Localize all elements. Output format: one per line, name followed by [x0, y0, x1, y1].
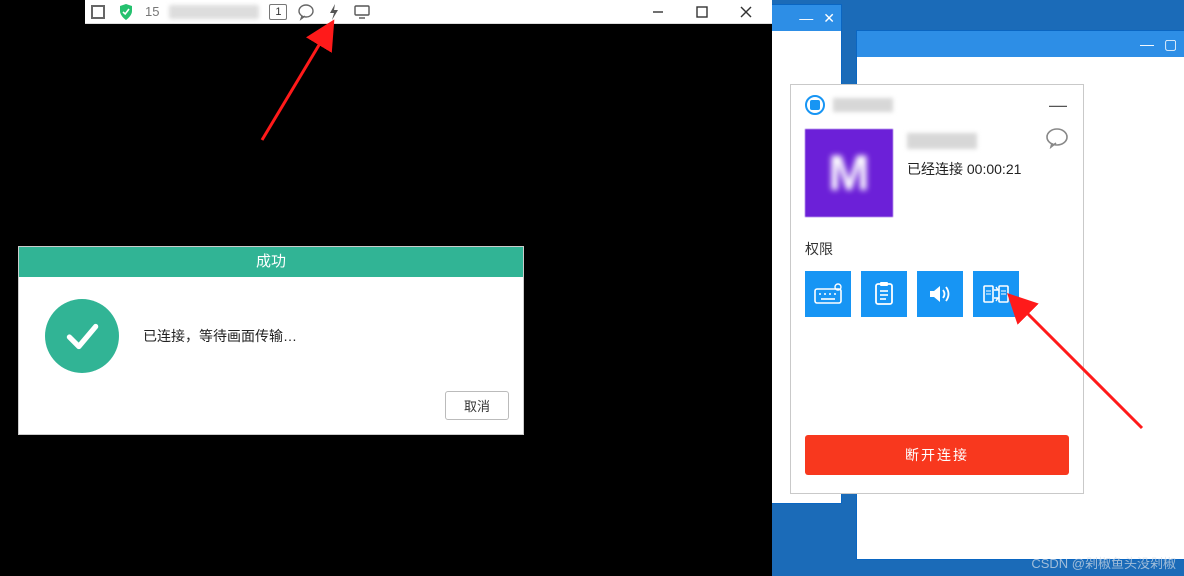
perm-file-transfer-button[interactable] — [973, 271, 1019, 317]
cancel-button[interactable]: 取消 — [445, 391, 509, 420]
connected-label: 已经连接 — [907, 161, 963, 177]
dialog-title: 成功 — [19, 247, 523, 277]
success-dialog: 成功 已连接，等待画面传输… 取消 — [18, 246, 524, 435]
checkmark-icon — [45, 299, 119, 373]
dialog-message: 已连接，等待画面传输… — [143, 326, 297, 346]
window-controls — [636, 0, 768, 24]
chat-bubble-icon[interactable] — [1045, 127, 1069, 154]
remote-viewer-window: 15 1 成功 已连接，等待画面传输… — [0, 0, 772, 576]
disconnect-button[interactable]: 断开连接 — [805, 435, 1069, 475]
bgwin2-minimize-icon[interactable]: — — [1140, 37, 1154, 51]
bgwin2-maximize-icon[interactable]: ▢ — [1164, 37, 1177, 51]
desktop-area: — ✕ — ▢ ✕ — M 已经连接 00:00: — [772, 0, 1184, 576]
bgwin1-minimize-icon[interactable]: — — [799, 11, 813, 25]
connection-popup: — M 已经连接 00:00:21 权限 — [790, 84, 1084, 494]
permissions-row — [805, 271, 1069, 317]
peer-avatar: M — [805, 129, 893, 217]
connection-status: 已经连接 00:00:21 — [907, 159, 1021, 179]
maximize-button[interactable] — [680, 0, 724, 24]
viewer-toolbar: 15 1 — [85, 0, 772, 24]
notification-badge[interactable]: 1 — [269, 4, 287, 20]
bgwin1-close-icon[interactable]: ✕ — [823, 11, 835, 25]
connection-duration: 00:00:21 — [967, 161, 1022, 177]
permissions-label: 权限 — [805, 239, 1069, 259]
popup-minimize-button[interactable]: — — [1049, 95, 1067, 116]
device-id-prefix: 15 — [145, 4, 159, 19]
app-icon — [805, 95, 825, 115]
shield-icon — [117, 3, 135, 21]
app-name-redacted — [833, 98, 893, 112]
perm-keyboard-button[interactable] — [805, 271, 851, 317]
peer-name-redacted — [907, 133, 977, 149]
bolt-icon[interactable] — [325, 3, 343, 21]
fullscreen-icon[interactable] — [89, 3, 107, 21]
perm-audio-button[interactable] — [917, 271, 963, 317]
minimize-button[interactable] — [636, 0, 680, 24]
perm-clipboard-button[interactable] — [861, 271, 907, 317]
monitor-icon[interactable] — [353, 3, 371, 21]
device-id-redacted — [169, 5, 259, 19]
watermark: CSDN @剁椒鱼头没剁椒 — [1031, 553, 1176, 572]
close-button[interactable] — [724, 0, 768, 24]
chat-icon[interactable] — [297, 3, 315, 21]
annotation-arrow-left — [252, 30, 342, 155]
